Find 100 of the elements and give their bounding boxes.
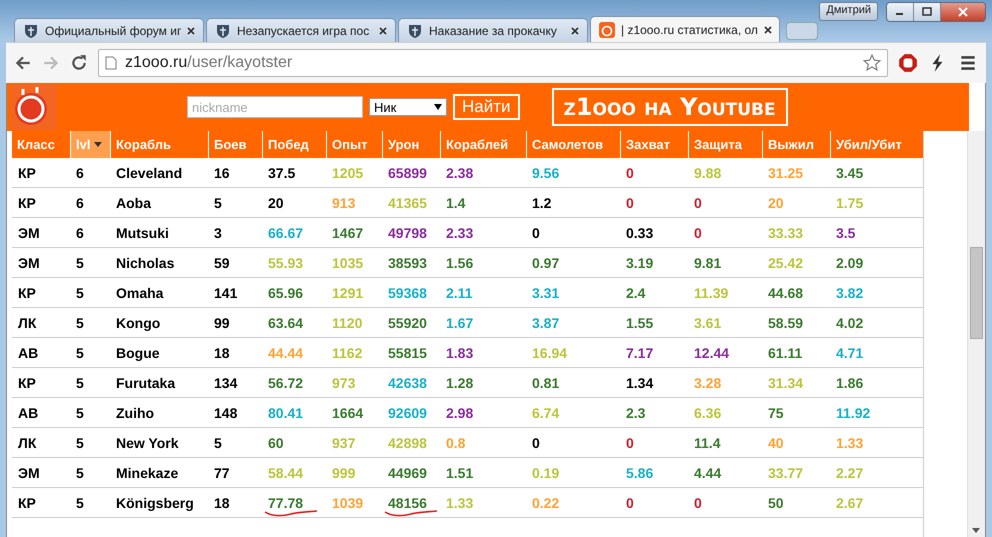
youtube-banner-link[interactable]: z1ooo на Youtube [552, 88, 788, 126]
page-icon [105, 56, 117, 70]
table-cell: 999 [332, 464, 356, 480]
table-cell: 1664 [332, 404, 364, 420]
column-header[interactable]: Класс [12, 131, 70, 158]
browser-tab[interactable]: | z1ooo.ru статистика, ол [590, 16, 780, 42]
table-cell: 5 [76, 314, 84, 330]
table-cell: 18 [214, 344, 230, 360]
table-cell: 1162 [332, 344, 362, 360]
table-cell: 99 [214, 314, 230, 330]
table-cell: 1.2 [532, 194, 552, 210]
table-cell: КР [18, 194, 36, 210]
scroll-down-icon[interactable] [972, 528, 980, 533]
table-cell: 141 [214, 284, 238, 300]
close-button[interactable] [941, 3, 985, 21]
table-cell: 42898 [388, 434, 427, 450]
table-cell: 2.27 [836, 464, 864, 480]
table-cell: 11.39 [694, 284, 728, 300]
table-cell: 0 [532, 224, 540, 240]
table-cell: Furutaka [116, 374, 176, 390]
table-cell: 1039 [332, 494, 364, 510]
reload-icon[interactable] [70, 54, 88, 72]
shield-icon [407, 22, 423, 38]
table-cell: 0 [626, 494, 634, 510]
table-cell: 0 [626, 164, 634, 180]
table-cell: 5 [76, 374, 84, 390]
scrollbar[interactable] [967, 131, 985, 537]
table-cell: 0 [532, 434, 540, 450]
close-icon[interactable] [571, 26, 579, 34]
stop-sign-icon[interactable] [898, 53, 918, 73]
close-icon[interactable] [187, 26, 196, 34]
shield-icon [23, 22, 39, 38]
table-cell: Minekaze [116, 464, 178, 480]
star-icon[interactable] [863, 54, 881, 72]
table-cell: 11.4 [694, 434, 720, 450]
column-header[interactable]: Убил/Убит [830, 131, 922, 158]
table-cell: 5 [214, 434, 222, 450]
column-header[interactable]: Кораблей [440, 131, 526, 158]
table-cell: 1035 [332, 254, 364, 270]
column-header[interactable]: Побед [262, 131, 326, 158]
table-cell: New York [116, 434, 179, 450]
table-cell: 37.5 [268, 164, 296, 180]
table-cell: 4.44 [694, 464, 722, 480]
table-cell: 38593 [388, 254, 427, 270]
minimize-button[interactable] [887, 3, 914, 21]
table-cell: 7.17 [626, 344, 654, 360]
table-cell: 0 [694, 494, 702, 510]
column-header[interactable]: Выжил [762, 131, 830, 158]
column-header[interactable]: Защита [688, 131, 762, 158]
table-cell: 66.67 [268, 224, 304, 240]
browser-tab[interactable]: Незапускается игра пос [206, 18, 396, 42]
back-icon[interactable] [14, 54, 32, 72]
column-header[interactable]: lvl [70, 131, 110, 158]
table-cell: 77.78 [268, 494, 304, 510]
table-cell: 5 [76, 434, 84, 450]
table-cell: 2.67 [836, 494, 864, 510]
address-bar[interactable]: z1ooo.ru/user/kayotster [98, 49, 888, 77]
table-cell: 3.82 [836, 284, 864, 300]
table-cell: 1205 [332, 164, 364, 180]
table-cell: Omaha [116, 284, 164, 300]
table-cell: 65899 [388, 164, 427, 180]
table-cell: 44.44 [268, 344, 304, 360]
close-icon[interactable] [379, 26, 387, 34]
table-cell: 55.93 [268, 254, 304, 270]
close-icon[interactable] [764, 26, 772, 34]
table-cell: 6 [76, 224, 84, 240]
table-cell: 6.36 [694, 404, 722, 420]
column-header[interactable]: Самолетов [526, 131, 620, 158]
table-cell: 59368 [388, 284, 427, 300]
browser-tab[interactable]: Официальный форум иг [14, 18, 204, 42]
scroll-thumb[interactable] [970, 247, 983, 339]
search-button[interactable]: Найти [453, 94, 520, 120]
table-cell: 0.8 [446, 434, 466, 450]
table-cell: 2.09 [836, 254, 864, 270]
column-header[interactable]: Боев [208, 131, 262, 158]
table-cell: 59 [214, 254, 230, 270]
table-cell: 0.33 [626, 224, 654, 240]
table-cell: 65.96 [268, 284, 304, 300]
table-cell: 6.74 [532, 404, 560, 420]
table-cell: 0 [694, 194, 702, 210]
table-cell: Nicholas [116, 254, 174, 270]
table-cell: 1.28 [446, 374, 474, 390]
table-cell: 5.86 [626, 464, 654, 480]
table-cell: 75 [768, 404, 784, 420]
url-text: z1ooo.ru/user/kayotster [125, 54, 294, 72]
column-header[interactable]: Опыт [326, 131, 382, 158]
table-cell: 9.56 [532, 164, 560, 180]
browser-tab[interactable]: Наказание за прокачку [398, 18, 588, 42]
table-cell: 937 [332, 434, 356, 450]
search-type-dropdown[interactable]: Ник [369, 98, 447, 116]
column-header[interactable]: Корабль [110, 131, 208, 158]
table-cell: 40 [768, 434, 784, 450]
table-cell: 5 [76, 254, 84, 270]
maximize-button[interactable] [914, 3, 941, 21]
table-cell: 2.3 [626, 404, 646, 420]
table-cell: 58.44 [268, 464, 304, 480]
column-header[interactable]: Захват [620, 131, 688, 158]
nickname-field[interactable]: nickname [187, 96, 363, 118]
profile-button[interactable]: Дмитрий [819, 2, 878, 21]
column-header[interactable]: Урон [382, 131, 440, 158]
